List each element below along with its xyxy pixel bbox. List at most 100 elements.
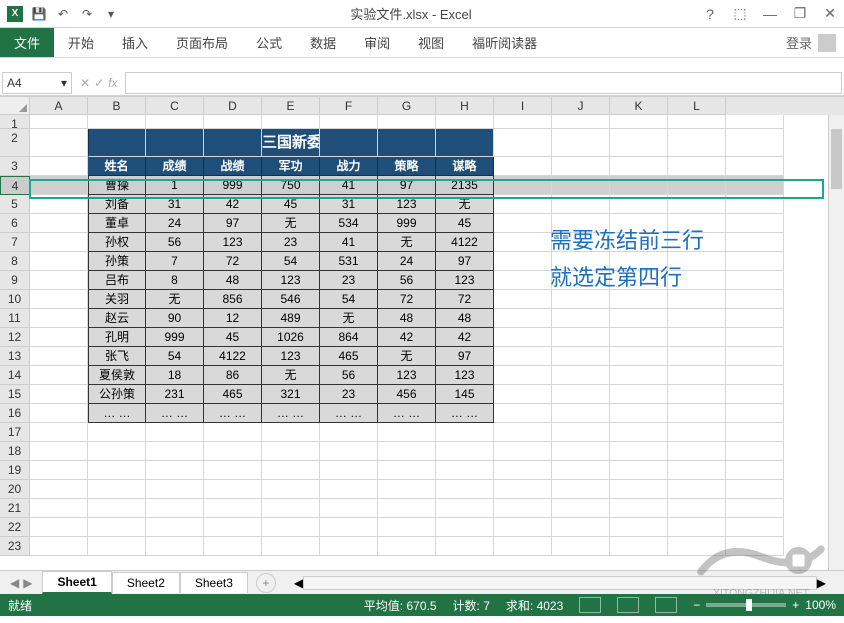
cell[interactable] (668, 328, 726, 347)
cell[interactable] (262, 537, 320, 556)
cell[interactable] (204, 499, 262, 518)
cell[interactable]: 456 (378, 385, 436, 404)
col-J[interactable]: J (552, 97, 610, 115)
cell[interactable] (320, 129, 378, 157)
cell[interactable] (320, 115, 378, 129)
cell[interactable] (494, 252, 552, 271)
cell[interactable] (378, 537, 436, 556)
cell[interactable] (726, 480, 784, 499)
cell[interactable] (610, 115, 668, 129)
cell[interactable] (30, 423, 88, 442)
zoom-level[interactable]: 100% (805, 598, 836, 612)
cell[interactable] (610, 176, 668, 195)
cell[interactable]: 54 (262, 252, 320, 271)
cell[interactable] (726, 499, 784, 518)
cell[interactable] (436, 442, 494, 461)
cell[interactable]: 姓名 (88, 157, 146, 176)
restore-icon[interactable]: ❐ (790, 5, 810, 22)
cell[interactable] (30, 328, 88, 347)
cell[interactable]: 31 (146, 195, 204, 214)
cell[interactable] (610, 442, 668, 461)
cell[interactable] (610, 404, 668, 423)
cell[interactable] (726, 461, 784, 480)
cell[interactable]: 成绩 (146, 157, 204, 176)
cell[interactable] (30, 366, 88, 385)
cell[interactable] (610, 461, 668, 480)
cell[interactable] (726, 271, 784, 290)
cell[interactable] (320, 461, 378, 480)
col-A[interactable]: A (30, 97, 88, 115)
cell[interactable] (436, 423, 494, 442)
cell[interactable] (378, 442, 436, 461)
cell[interactable] (204, 461, 262, 480)
worksheet-grid[interactable]: A B C D E F G H I J K L 12三国新委同学会3姓名成绩战绩… (0, 96, 844, 570)
cell[interactable]: 谋略 (436, 157, 494, 176)
cell[interactable] (30, 442, 88, 461)
cell[interactable]: … … (378, 404, 436, 423)
cell[interactable] (610, 385, 668, 404)
help-icon[interactable]: ? (700, 6, 720, 22)
hscroll-right-icon[interactable]: ▶ (817, 576, 826, 590)
cell[interactable]: 23 (262, 233, 320, 252)
cell[interactable] (494, 328, 552, 347)
row-header-2[interactable]: 2 (0, 129, 30, 157)
row-header-10[interactable]: 10 (0, 290, 30, 309)
col-E[interactable]: E (262, 97, 320, 115)
cell[interactable]: 97 (436, 252, 494, 271)
row-header-23[interactable]: 23 (0, 537, 30, 556)
cell[interactable] (262, 480, 320, 499)
cell[interactable] (146, 115, 204, 129)
cell[interactable] (610, 157, 668, 176)
cell[interactable]: 战力 (320, 157, 378, 176)
cell[interactable] (262, 442, 320, 461)
tab-formulas[interactable]: 公式 (242, 28, 296, 57)
cell[interactable] (552, 115, 610, 129)
cell[interactable] (88, 423, 146, 442)
cell[interactable] (610, 347, 668, 366)
cell[interactable]: 56 (378, 271, 436, 290)
cell[interactable] (146, 499, 204, 518)
row-header-15[interactable]: 15 (0, 385, 30, 404)
sheet-tab-3[interactable]: Sheet3 (180, 572, 248, 593)
cell[interactable] (262, 461, 320, 480)
row-header-19[interactable]: 19 (0, 461, 30, 480)
excel-app-icon[interactable]: X (4, 3, 26, 25)
row-header-5[interactable]: 5 (0, 195, 30, 214)
cell[interactable] (726, 195, 784, 214)
cell[interactable] (726, 157, 784, 176)
cell[interactable] (88, 518, 146, 537)
cell[interactable] (726, 115, 784, 129)
sheet-next-icon[interactable]: ▶ (23, 576, 32, 590)
cell[interactable] (262, 115, 320, 129)
cell[interactable]: 489 (262, 309, 320, 328)
zoom-out-icon[interactable]: − (693, 598, 700, 612)
cell[interactable] (146, 537, 204, 556)
cell[interactable] (552, 366, 610, 385)
cell[interactable] (494, 518, 552, 537)
cell[interactable]: 145 (436, 385, 494, 404)
vertical-scrollbar[interactable] (828, 115, 844, 570)
redo-icon[interactable]: ↷ (76, 3, 98, 25)
sheet-tab-1[interactable]: Sheet1 (42, 571, 111, 594)
sheet-tab-2[interactable]: Sheet2 (112, 572, 180, 593)
tab-home[interactable]: 开始 (54, 28, 108, 57)
col-G[interactable]: G (378, 97, 436, 115)
cell[interactable] (494, 404, 552, 423)
cell[interactable] (668, 366, 726, 385)
row-header-20[interactable]: 20 (0, 480, 30, 499)
cell[interactable] (262, 499, 320, 518)
close-icon[interactable]: ✕ (820, 5, 840, 22)
cell[interactable]: 531 (320, 252, 378, 271)
cell[interactable] (30, 157, 88, 176)
cell[interactable] (552, 129, 610, 157)
cell[interactable]: 999 (378, 214, 436, 233)
qat-dropdown-icon[interactable]: ▾ (100, 3, 122, 25)
cell[interactable]: … … (88, 404, 146, 423)
cell[interactable]: 刘备 (88, 195, 146, 214)
cell[interactable]: 24 (378, 252, 436, 271)
cell[interactable] (726, 366, 784, 385)
col-D[interactable]: D (204, 97, 262, 115)
cell[interactable] (378, 518, 436, 537)
cell[interactable] (668, 195, 726, 214)
cell[interactable] (204, 537, 262, 556)
